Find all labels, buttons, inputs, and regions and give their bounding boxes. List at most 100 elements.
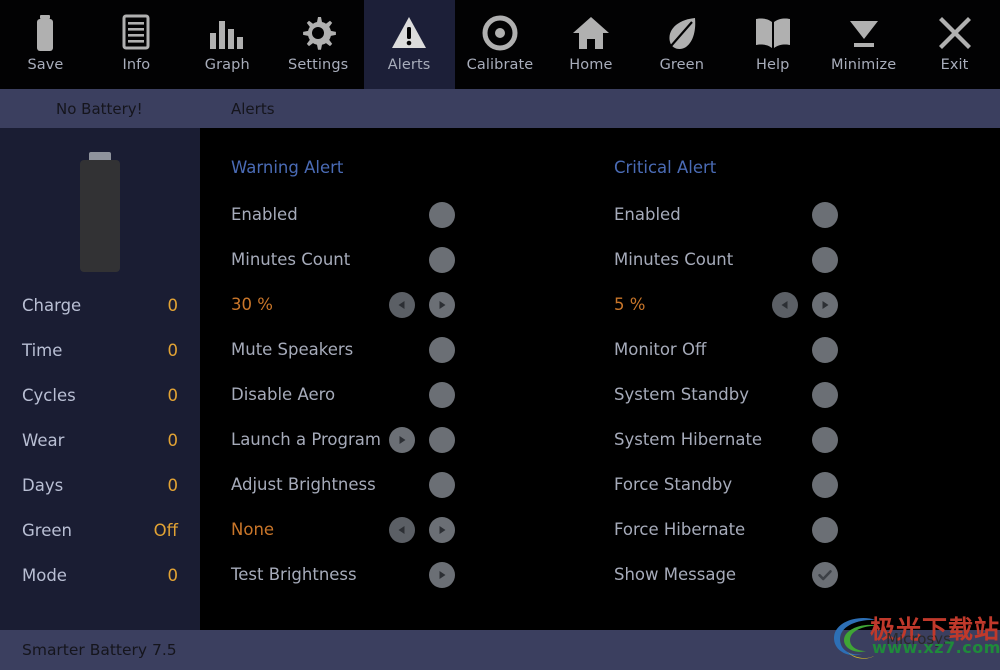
toolbar-item-label: Settings [288,57,348,73]
warning-alert-column: Warning Alert EnabledMinutes Count30 %Mu… [200,128,600,630]
warning-icon [389,12,429,54]
stat-row-charge: Charge0 [0,291,200,319]
toolbar-item-help[interactable]: Help [727,0,818,89]
alert-row: Mute Speakers [200,335,600,365]
warning-launch-program-browse-button[interactable] [389,427,415,453]
alert-row-label: Mute Speakers [231,335,353,365]
warning-brightness-increase-button[interactable] [429,517,455,543]
stat-row-time: Time 0 [0,336,200,364]
stat-row-wear: Wear0 [0,426,200,454]
critical-force-hibernate-toggle[interactable] [812,517,838,543]
battery-status-text: No Battery! [56,89,143,128]
book-icon [753,12,793,54]
stat-label: Days [22,476,63,495]
toolbar-item-graph[interactable]: Graph [182,0,273,89]
stat-value: Off [154,521,178,540]
sidebar: Charge0 Time 0 Cycles 0 Wear0 Days0 Green Off Mod… [0,128,200,630]
warning-mute-speakers-toggle[interactable] [429,337,455,363]
stat-value: 0 [168,341,179,360]
alert-row-label: 5 % [614,290,645,320]
alert-row-label: Show Message [614,560,736,590]
toolbar-item-save[interactable]: Save [0,0,91,89]
toolbar-item-label: Save [27,57,63,73]
home-icon [571,12,611,54]
critical-system-standby-toggle[interactable] [812,382,838,408]
alerts-panel: Warning Alert EnabledMinutes Count30 %Mu… [200,128,1000,630]
stat-label: Cycles [22,386,76,405]
alert-row-label: Enabled [614,200,681,230]
alert-row-label: Enabled [231,200,298,230]
critical-threshold-increase-button[interactable] [812,292,838,318]
stat-row-days: Days0 [0,471,200,499]
alert-row: Enabled [583,200,983,230]
warning-threshold-increase-button[interactable] [429,292,455,318]
alert-row-label: Adjust Brightness [231,470,376,500]
stat-label: Wear [22,431,64,450]
alert-row-label: 30 % [231,290,273,320]
stat-row-mode: Mode0 [0,561,200,589]
warning-minutes-count-toggle[interactable] [429,247,455,273]
gear-icon [298,12,338,54]
alert-row-label: System Standby [614,380,749,410]
critical-minutes-count-toggle[interactable] [812,247,838,273]
secondary-bar: No Battery! Alerts [0,89,1000,128]
alert-row-label: Launch a Program [231,425,381,455]
warning-launch-program-toggle[interactable] [429,427,455,453]
toolbar-item-label: Home [569,57,612,73]
warning-enabled-toggle[interactable] [429,202,455,228]
alert-row: Disable Aero [200,380,600,410]
toolbar-item-label: Info [122,57,150,73]
critical-enabled-toggle[interactable] [812,202,838,228]
toolbar-item-label: Help [756,57,789,73]
warning-brightness-decrease-button[interactable] [389,517,415,543]
stat-label: Charge [22,296,81,315]
current-page-title: Alerts [231,89,275,128]
critical-alert-column: Critical Alert EnabledMinutes Count5 %Mo… [583,128,983,630]
main-toolbar: Save Info Graph Settings Alerts Calibrate Home… [0,0,1000,89]
stat-row-cycles: Cycles 0 [0,381,200,409]
toolbar-item-info[interactable]: Info [91,0,182,89]
alert-row: 30 % [200,290,600,320]
toolbar-item-alerts[interactable]: Alerts [364,0,455,89]
warning-threshold-decrease-button[interactable] [389,292,415,318]
toolbar-item-green[interactable]: Green [636,0,727,89]
stat-label: Time [22,341,62,360]
alert-row: 5 % [583,290,983,320]
toolbar-item-settings[interactable]: Settings [273,0,364,89]
alert-row: Force Standby [583,470,983,500]
toolbar-item-label: Calibrate [467,57,534,73]
critical-force-standby-toggle[interactable] [812,472,838,498]
alert-row-label: Force Standby [614,470,732,500]
critical-monitor-off-toggle[interactable] [812,337,838,363]
critical-show-message-toggle[interactable] [812,562,838,588]
warning-test-brightness-button[interactable] [429,562,455,588]
critical-threshold-decrease-button[interactable] [772,292,798,318]
alert-row-label: Disable Aero [231,380,335,410]
alert-row: Monitor Off [583,335,983,365]
close-icon [935,12,975,54]
alert-row-label: Minutes Count [614,245,733,275]
toolbar-item-exit[interactable]: Exit [909,0,1000,89]
alert-row-label: System Hibernate [614,425,762,455]
stat-label: Green [22,521,72,540]
toolbar-item-label: Minimize [831,57,896,73]
critical-system-hibernate-toggle[interactable] [812,427,838,453]
stat-row-green: Green Off [0,516,200,544]
stat-value: 0 [168,386,179,405]
warning-adjust-brightness-toggle[interactable] [429,472,455,498]
toolbar-item-calibrate[interactable]: Calibrate [455,0,546,89]
alert-row-label: Monitor Off [614,335,706,365]
alert-row: None [200,515,600,545]
toolbar-item-home[interactable]: Home [545,0,636,89]
alert-row-label: Test Brightness [231,560,357,590]
app-version-label: Smarter Battery 7.5 [22,630,177,670]
alert-row: Launch a Program [200,425,600,455]
status-bar: Smarter Battery 7.5 [0,630,1000,670]
alert-row: Force Hibernate [583,515,983,545]
alert-row: System Standby [583,380,983,410]
toolbar-item-minimize[interactable]: Minimize [818,0,909,89]
alert-row: Enabled [200,200,600,230]
alert-row: Test Brightness [200,560,600,590]
alert-row: Minutes Count [200,245,600,275]
warning-disable-aero-toggle[interactable] [429,382,455,408]
